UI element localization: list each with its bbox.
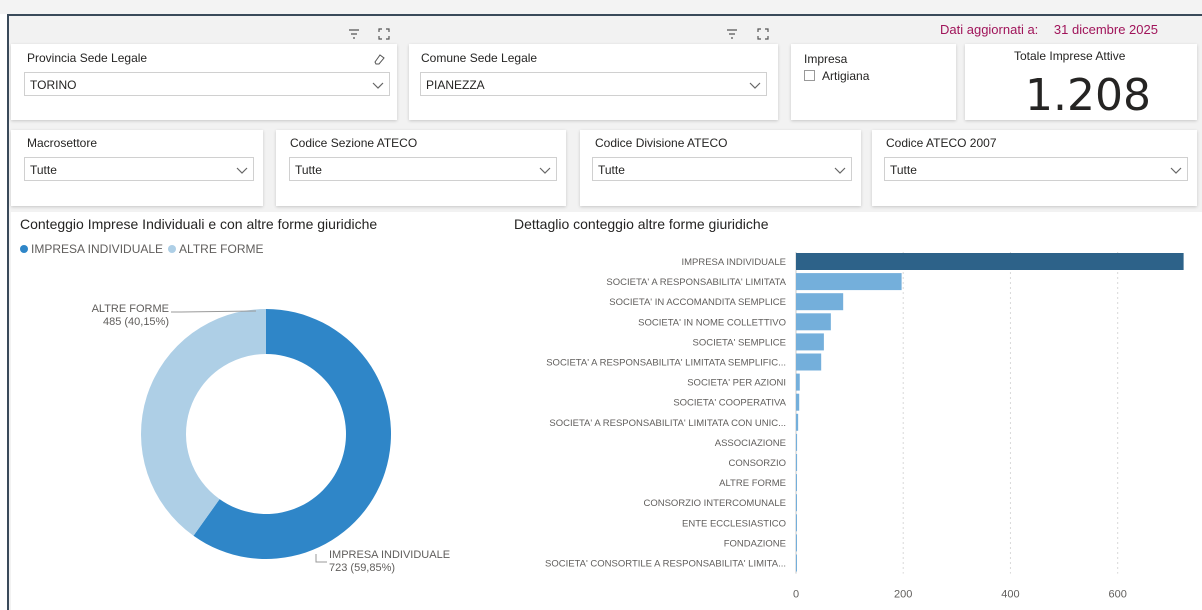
artigiana-label[interactable]: Artigiana — [822, 69, 869, 83]
bar-chart: 0 200 400 600 IMPRESA INDIVIDUALE SOCIETA' A … — [545, 252, 1184, 601]
x-tick-label: 0 — [793, 589, 799, 601]
ateco2007-dropdown[interactable]: Tutte — [884, 157, 1188, 181]
y-category-label: CONSORZIO INTERCOMUNALE — [643, 498, 786, 509]
y-category-label: ENTE ECCLESIASTICO — [682, 518, 786, 529]
focus-mode-icon[interactable] — [377, 27, 391, 41]
y-category-label: SOCIETA' COOPERATIVA — [673, 398, 786, 409]
macrosettore-value: Tutte — [30, 163, 57, 177]
updated-date: 31 dicembre 2025 — [1053, 22, 1158, 37]
bar[interactable] — [796, 273, 902, 291]
sezione-label: Codice Sezione ATECO — [290, 136, 418, 150]
bar[interactable] — [796, 413, 799, 431]
impresa-label: Impresa — [804, 52, 848, 66]
updated-label: Dati aggiornati a: — [940, 22, 1039, 37]
comune-value: PIANEZZA — [426, 78, 485, 92]
y-category-label: SOCIETA' SEMPLICE — [693, 337, 787, 348]
bar[interactable] — [796, 454, 798, 471]
bar[interactable] — [796, 494, 797, 512]
ateco2007-value: Tutte — [890, 163, 917, 177]
y-category-label: FONDAZIONE — [724, 538, 786, 549]
divisione-label: Codice Divisione ATECO — [595, 136, 728, 150]
sezione-dropdown[interactable]: Tutte — [289, 157, 557, 181]
y-category-label: SOCIETA' A RESPONSABILITA' LIMITATA SEMP… — [546, 358, 786, 369]
kpi-title: Totale Imprese Attive — [1014, 49, 1126, 63]
ateco2007-label: Codice ATECO 2007 — [886, 136, 997, 150]
eraser-icon[interactable] — [372, 52, 386, 66]
top-strip — [0, 0, 1202, 14]
chevron-down-icon — [834, 164, 846, 174]
provincia-dropdown[interactable]: TORINO — [24, 72, 390, 96]
bar-chart-title: Dettaglio conteggio altre forme giuridic… — [514, 216, 769, 232]
filter-icon[interactable] — [347, 27, 361, 41]
bar[interactable] — [796, 253, 1184, 270]
comune-label: Comune Sede Legale — [421, 51, 538, 65]
y-category-label: CONSORZIO — [728, 458, 786, 469]
x-tick-label: 400 — [1001, 589, 1019, 601]
bar[interactable] — [796, 534, 797, 552]
y-category-label: IMPRESA INDIVIDUALE — [681, 257, 786, 268]
donut-label-value: 723 (59,85%) — [329, 562, 395, 574]
kpi-value: 1.208 — [1025, 70, 1151, 121]
y-category-label: SOCIETA' IN ACCOMANDITA SEMPLICE — [609, 297, 786, 308]
donut-chart-title: Conteggio Imprese Individuali e con altr… — [20, 216, 378, 232]
bar[interactable] — [796, 373, 800, 391]
donut-label-name: ALTRE FORME — [92, 303, 169, 315]
donut-chart: IMPRESA INDIVIDUALE723 (59,85%) ALTRE FOR… — [92, 303, 450, 574]
chevron-down-icon — [749, 79, 761, 89]
bar[interactable] — [796, 313, 831, 331]
bar[interactable] — [796, 554, 797, 572]
y-category-label: SOCIETA' PER AZIONI — [687, 378, 786, 389]
donut-leader-line — [315, 554, 327, 563]
chevron-down-icon — [372, 79, 384, 89]
macrosettore-dropdown[interactable]: Tutte — [24, 157, 254, 181]
macrosettore-label: Macrosettore — [27, 136, 98, 150]
provincia-label: Provincia Sede Legale — [27, 51, 148, 65]
y-category-label: SOCIETA' IN NOME COLLETTIVO — [638, 317, 786, 328]
y-category-label: SOCIETA' CONSORTILE A RESPONSABILITA' LI… — [545, 559, 786, 570]
bar[interactable] — [796, 293, 844, 311]
x-tick-label: 200 — [894, 589, 912, 601]
filter-icon[interactable] — [725, 27, 739, 41]
y-category-label: SOCIETA' A RESPONSABILITA' LIMITATA CON … — [549, 418, 786, 429]
bar[interactable] — [796, 514, 797, 532]
provincia-value: TORINO — [30, 78, 77, 92]
divisione-dropdown[interactable]: Tutte — [592, 157, 852, 181]
y-category-label: ALTRE FORME — [719, 478, 786, 489]
donut-label-value: 485 (40,15%) — [103, 316, 169, 328]
chevron-down-icon — [1170, 164, 1182, 174]
focus-mode-icon[interactable] — [756, 27, 770, 41]
chevron-down-icon — [236, 164, 248, 174]
bar[interactable] — [796, 433, 798, 451]
donut-label-name: IMPRESA INDIVIDUALE — [329, 549, 450, 561]
bar[interactable] — [796, 353, 822, 371]
divisione-value: Tutte — [598, 163, 625, 177]
updated-info: Dati aggiornati a: 31 dicembre 2025 — [940, 22, 1158, 37]
x-tick-label: 600 — [1108, 589, 1126, 601]
y-category-label: SOCIETA' A RESPONSABILITA' LIMITATA — [606, 277, 786, 288]
donut-slice[interactable] — [140, 309, 266, 536]
artigiana-checkbox[interactable] — [804, 70, 815, 81]
sezione-value: Tutte — [295, 163, 322, 177]
bar[interactable] — [796, 333, 824, 351]
comune-dropdown[interactable]: PIANEZZA — [420, 72, 767, 96]
y-category-label: ASSOCIAZIONE — [715, 438, 786, 449]
bar[interactable] — [796, 393, 800, 411]
chevron-down-icon — [539, 164, 551, 174]
bar[interactable] — [796, 474, 797, 492]
